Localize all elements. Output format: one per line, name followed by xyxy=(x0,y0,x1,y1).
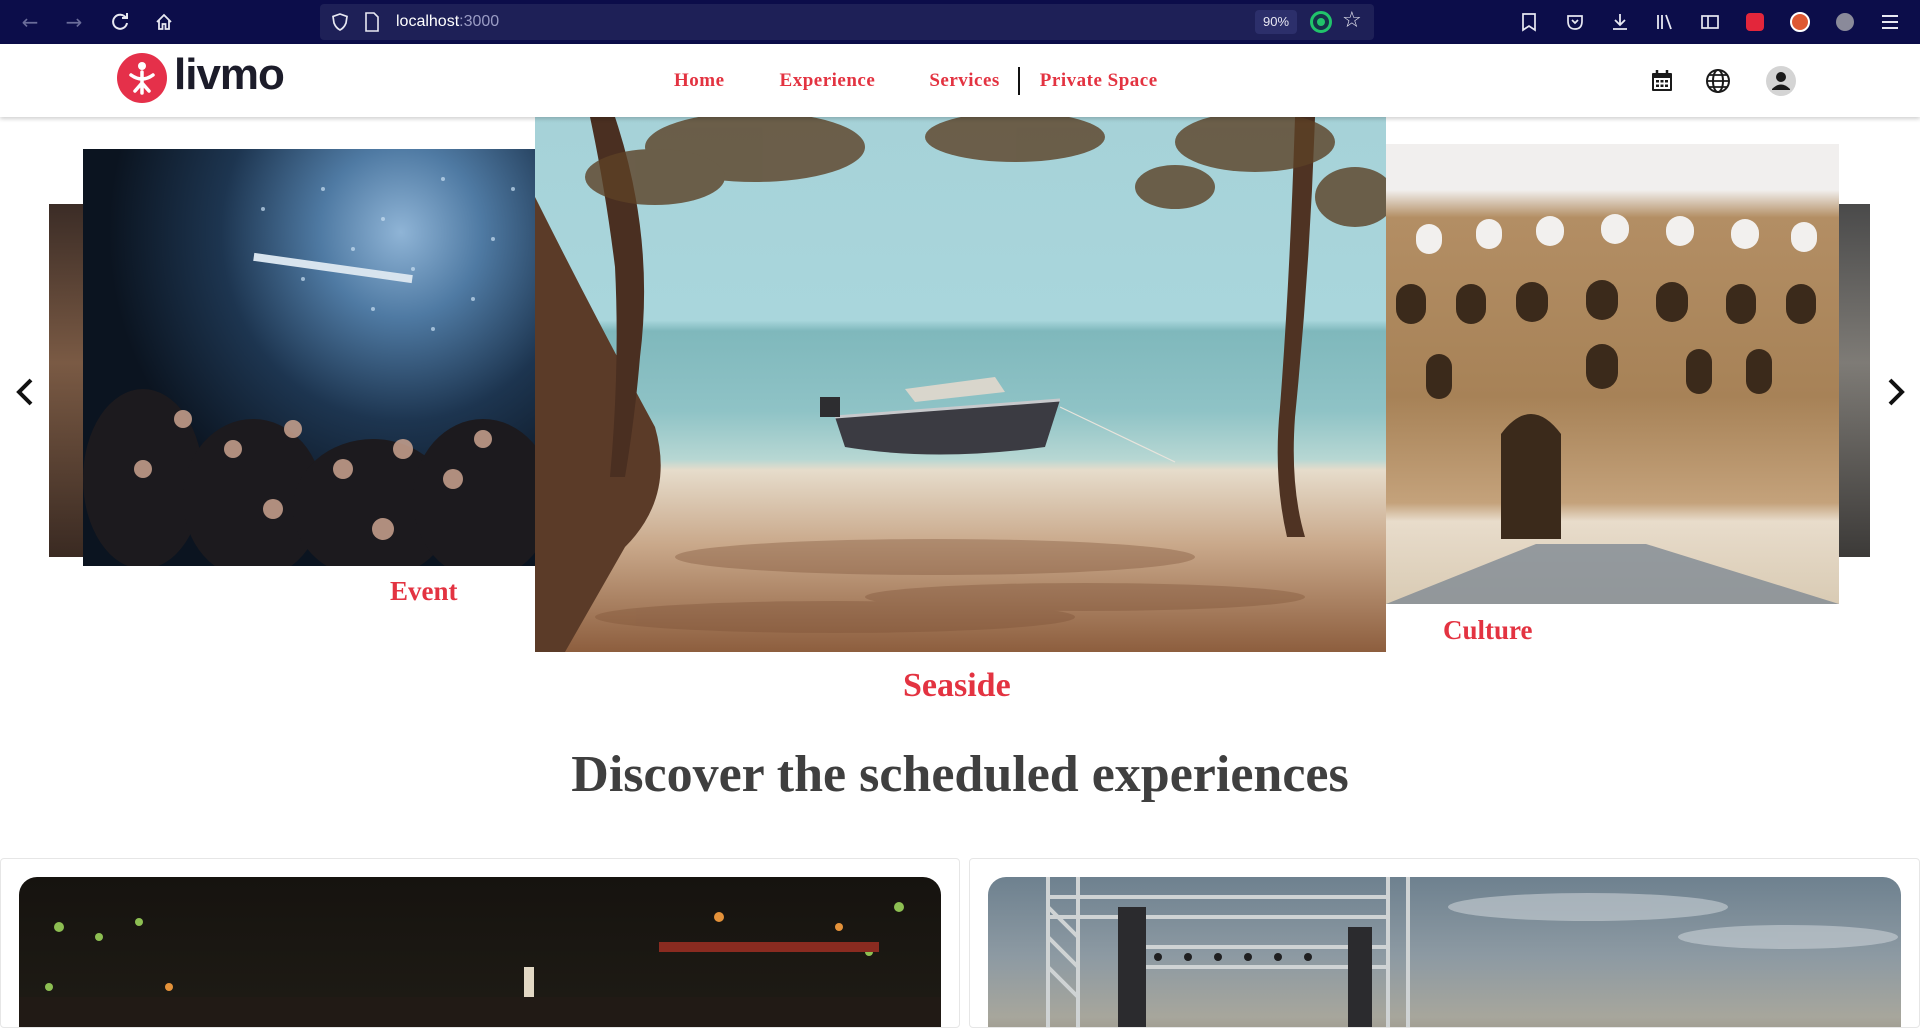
scheduled-experiences-title: Discover the scheduled experiences xyxy=(571,746,1349,803)
lock-extension-icon[interactable] xyxy=(1741,8,1769,36)
url-host: localhost xyxy=(396,13,460,30)
carousel-prev-chevron-icon[interactable] xyxy=(10,372,40,412)
carousel-slide-seaside-image[interactable] xyxy=(535,117,1386,652)
nav-experience[interactable]: Experience xyxy=(780,70,876,92)
calendar-icon[interactable] xyxy=(1647,66,1677,96)
globe-extension-icon[interactable] xyxy=(1831,8,1859,36)
downloads-icon[interactable] xyxy=(1606,8,1634,36)
sidebar-icon[interactable] xyxy=(1696,8,1724,36)
nav-services[interactable]: Services xyxy=(929,70,999,92)
menu-icon[interactable] xyxy=(1876,8,1904,36)
extension-ring-icon[interactable] xyxy=(1310,11,1332,33)
nav-private-space[interactable]: Private Space xyxy=(1040,70,1158,92)
nav-divider xyxy=(1017,66,1020,95)
url-text[interactable]: localhost:3000 xyxy=(396,13,499,31)
saved-pocket-star-icon[interactable] xyxy=(1515,8,1543,36)
carousel-slide-culture-image[interactable] xyxy=(1386,144,1839,604)
site-header: livmo Home Experience Services Private S… xyxy=(0,44,1920,117)
experience-card[interactable] xyxy=(969,858,1920,1028)
library-icon[interactable] xyxy=(1651,8,1679,36)
tracking-shield-icon[interactable] xyxy=(330,12,350,32)
forward-icon[interactable]: → xyxy=(58,6,90,38)
duckduckgo-extension-icon[interactable] xyxy=(1786,8,1814,36)
address-bar[interactable]: localhost:3000 90% ☆ xyxy=(320,4,1374,40)
browser-toolbar: ← → localhost:3000 90% ☆ xyxy=(0,0,1920,44)
carousel-caption-event[interactable]: Event xyxy=(390,576,458,607)
carousel-caption-culture[interactable]: Culture xyxy=(1443,615,1533,646)
pocket-icon[interactable] xyxy=(1561,8,1589,36)
main-navigation: Home Experience Services Private Space xyxy=(674,44,1158,117)
brand-name[interactable]: livmo xyxy=(174,50,285,100)
carousel-caption-seaside[interactable]: Seaside xyxy=(903,667,1011,705)
experience-card[interactable] xyxy=(0,858,960,1028)
back-icon[interactable]: ← xyxy=(14,6,46,38)
carousel-slide-partial-right[interactable] xyxy=(1839,204,1870,557)
page-info-icon[interactable] xyxy=(364,12,380,32)
language-globe-icon[interactable] xyxy=(1703,66,1733,96)
zoom-level-badge[interactable]: 90% xyxy=(1255,10,1298,34)
carousel-slide-event-image[interactable] xyxy=(83,149,537,566)
carousel-next-chevron-icon[interactable] xyxy=(1881,372,1911,412)
livmo-logo-icon[interactable] xyxy=(117,53,167,103)
nav-home[interactable]: Home xyxy=(674,70,725,92)
experience-carousel: Event Seaside Culture xyxy=(0,117,1920,717)
reload-icon[interactable] xyxy=(104,6,136,38)
experience-card-image[interactable] xyxy=(988,877,1901,1027)
url-port: :3000 xyxy=(459,13,500,30)
bookmark-star-icon[interactable]: ☆ xyxy=(1342,8,1362,33)
user-avatar-icon[interactable] xyxy=(1766,66,1796,96)
experience-card-image[interactable] xyxy=(19,877,941,1027)
home-icon[interactable] xyxy=(148,6,180,38)
